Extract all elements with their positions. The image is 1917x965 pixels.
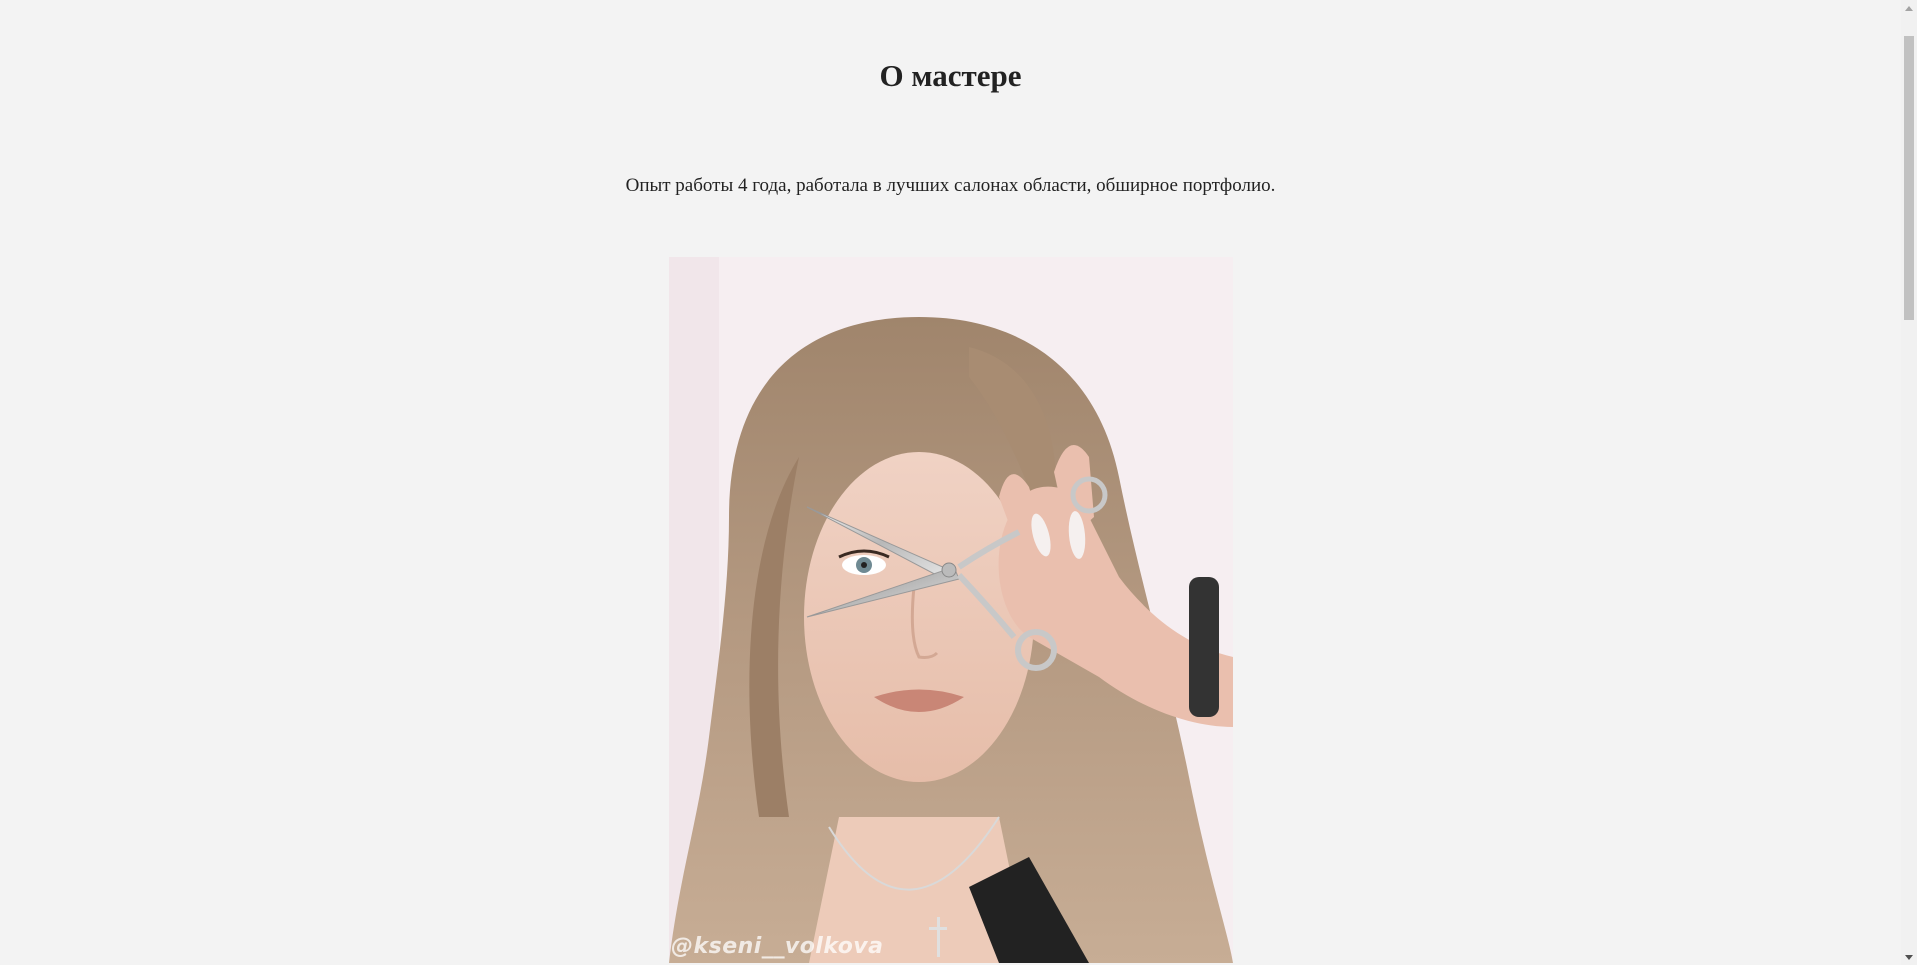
- scrollbar-thumb[interactable]: [1904, 36, 1914, 320]
- arrow-down-icon: [1905, 954, 1913, 960]
- page: О мастере Опыт работы 4 года, работала в…: [0, 0, 1917, 965]
- section-title: О мастере: [879, 58, 1022, 93]
- master-photo: @kseni__volkova: [669, 257, 1233, 963]
- about-section: О мастере Опыт работы 4 года, работала в…: [0, 0, 1901, 965]
- section-description: Опыт работы 4 года, работала в лучших са…: [625, 175, 1276, 196]
- vertical-scrollbar[interactable]: [1901, 0, 1917, 965]
- arrow-up-icon: [1905, 5, 1913, 11]
- scroll-up-button[interactable]: [1901, 0, 1917, 16]
- scroll-down-button[interactable]: [1901, 949, 1917, 965]
- photo-watermark: @kseni__volkova: [671, 934, 884, 959]
- portrait-illustration: [669, 257, 1233, 963]
